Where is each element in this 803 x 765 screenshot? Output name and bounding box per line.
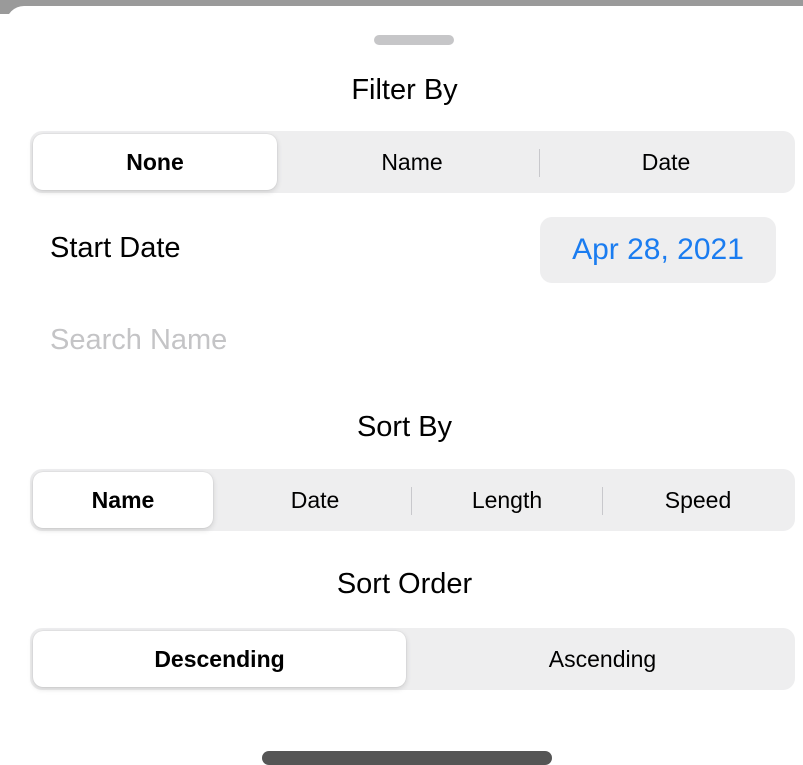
sort-by-title: Sort By (356, 411, 453, 443)
search-name-input[interactable] (50, 318, 750, 362)
sort-order-segmented-control: Descending Ascending (30, 628, 795, 690)
sort-order-ascending[interactable]: Ascending (413, 631, 792, 687)
sheet-grabber-handle[interactable] (374, 35, 454, 45)
sort-option-length[interactable]: Length (412, 472, 602, 528)
sort-by-segmented-control: Name Date Length Speed (30, 469, 795, 531)
filter-by-title: Filter By (351, 74, 458, 106)
sort-option-name[interactable]: Name (33, 472, 213, 528)
filter-option-date[interactable]: Date (540, 134, 792, 190)
filter-sort-sheet: Filter By None Name Date Start Date Apr … (6, 6, 803, 762)
filter-option-none[interactable]: None (33, 134, 277, 190)
sort-order-title: Sort Order (336, 568, 473, 600)
start-date-picker[interactable]: Apr 28, 2021 (540, 217, 776, 283)
sort-option-date[interactable]: Date (220, 472, 410, 528)
filter-segmented-control: None Name Date (30, 131, 795, 193)
filter-option-name[interactable]: Name (286, 134, 538, 190)
sort-order-descending[interactable]: Descending (33, 631, 406, 687)
sort-option-speed[interactable]: Speed (603, 472, 793, 528)
home-indicator (262, 751, 552, 765)
start-date-label: Start Date (50, 232, 181, 264)
